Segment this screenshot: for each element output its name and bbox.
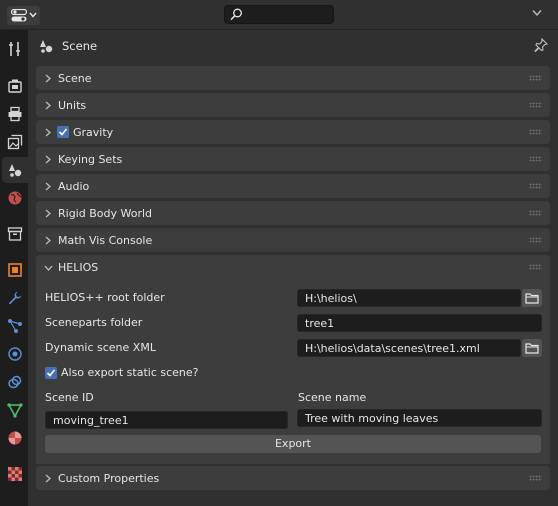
drag-grip-icon[interactable] [529, 237, 542, 243]
object-square-icon [8, 263, 22, 277]
mesh-data-icon [7, 403, 23, 418]
scene-id-label: Scene ID [45, 391, 94, 404]
constraint-icon [8, 375, 22, 389]
export-static-label: Also export static scene? [61, 366, 199, 379]
chevron-right-icon [45, 128, 51, 137]
sceneparts-field[interactable]: tree1 [297, 314, 542, 332]
scene-icon [40, 40, 53, 53]
export-static-checkbox[interactable] [45, 367, 57, 379]
scene-xml-label: Dynamic scene XML [45, 341, 156, 354]
gravity-checkbox[interactable] [57, 126, 69, 138]
drag-grip-icon[interactable] [529, 264, 542, 270]
drag-grip-icon[interactable] [529, 475, 542, 481]
chevron-right-icon [45, 182, 51, 191]
drag-grip-icon[interactable] [529, 210, 542, 216]
panel-label: Audio [58, 180, 90, 193]
helios-panel-footer [36, 458, 550, 464]
world-icon [8, 191, 22, 205]
physics-tab[interactable] [2, 341, 28, 367]
drag-grip-icon[interactable] [529, 102, 542, 108]
output-tab[interactable] [2, 101, 28, 127]
scene-xml-browse-button[interactable] [522, 339, 542, 357]
panel-label: Units [58, 99, 87, 112]
panel-label: Math Vis Console [58, 234, 153, 247]
constraints-tab[interactable] [2, 369, 28, 395]
collection-box-icon [7, 227, 23, 241]
root-folder-field[interactable]: H:\helios\ [297, 289, 521, 307]
chevron-right-icon [45, 474, 51, 483]
data-tab[interactable] [2, 397, 28, 423]
view-layer-tab[interactable] [2, 129, 28, 155]
chevron-right-icon [45, 236, 51, 245]
material-sphere-icon [8, 431, 22, 445]
drag-grip-icon[interactable] [529, 156, 542, 162]
panel-rigid-body-world[interactable]: Rigid Body World [36, 201, 550, 225]
world-tab[interactable] [2, 185, 28, 211]
collection-tab[interactable] [2, 221, 28, 247]
properties-editor-icon [11, 9, 27, 22]
scene-xml-field[interactable]: H:\helios\data\scenes\tree1.xml [297, 339, 521, 357]
camera-back-icon [8, 79, 22, 93]
scene-name-label: Scene name [298, 391, 367, 404]
context-title: Scene [62, 39, 98, 53]
material-tab[interactable] [2, 425, 28, 451]
pin-icon[interactable] [534, 38, 548, 52]
root-folder-browse-button[interactable] [522, 289, 542, 307]
object-tab[interactable] [2, 257, 28, 283]
chevron-right-icon [45, 209, 51, 218]
sceneparts-label: Sceneparts folder [45, 316, 143, 329]
checkmark-icon [46, 369, 56, 377]
panel-audio[interactable]: Audio [36, 174, 550, 198]
image-stack-icon [7, 134, 23, 150]
checkmark-icon [58, 128, 68, 136]
scene-properties-panel: Scene Scene Units Gravity Keying Sets Au… [28, 30, 558, 506]
folder-icon [525, 293, 539, 304]
drag-grip-icon[interactable] [529, 129, 542, 135]
properties-tabs [0, 30, 28, 506]
header-menu-chevron-icon[interactable] [532, 9, 542, 17]
checker-texture-icon [8, 467, 22, 481]
chevron-right-icon [45, 74, 51, 83]
tool-tab[interactable] [2, 36, 28, 62]
panel-custom-properties[interactable]: Custom Properties [36, 466, 550, 490]
context-path: Scene [28, 30, 558, 62]
particles-tab[interactable] [2, 313, 28, 339]
chevron-right-icon [45, 101, 51, 110]
scene-tab[interactable] [2, 157, 28, 183]
folder-icon [525, 343, 539, 354]
panel-gravity[interactable]: Gravity [36, 120, 550, 144]
physics-orbit-icon [8, 347, 22, 361]
search-icon [230, 8, 242, 21]
particles-icon [8, 319, 22, 333]
properties-header [0, 0, 558, 30]
texture-tab[interactable] [2, 461, 28, 487]
chevron-right-icon [45, 155, 51, 164]
panel-scene[interactable]: Scene [36, 66, 550, 90]
render-tab[interactable] [2, 73, 28, 99]
panel-label: Keying Sets [58, 153, 123, 166]
drag-grip-icon[interactable] [529, 75, 542, 81]
panel-units[interactable]: Units [36, 93, 550, 117]
editor-type-button[interactable] [7, 6, 40, 25]
scene-icon [9, 164, 22, 177]
printer-icon [8, 106, 22, 122]
modifiers-tab[interactable] [2, 285, 28, 311]
panel-label: HELIOS [58, 261, 99, 274]
wrench-icon [8, 291, 22, 305]
panel-label: Rigid Body World [58, 207, 153, 220]
scene-name-field[interactable]: Tree with moving leaves [297, 409, 542, 427]
panel-label: Scene [58, 72, 92, 85]
chevron-down-icon [29, 12, 37, 18]
chevron-down-icon [44, 265, 53, 271]
panel-math-vis-console[interactable]: Math Vis Console [36, 228, 550, 252]
tool-icon [9, 42, 20, 56]
scene-id-field[interactable]: moving_tree1 [45, 411, 288, 429]
panel-keying-sets[interactable]: Keying Sets [36, 147, 550, 171]
export-button[interactable]: Export [45, 435, 541, 453]
panel-label: Custom Properties [58, 472, 160, 485]
panel-helios[interactable]: HELIOS [36, 255, 550, 279]
panel-label: Gravity [73, 126, 114, 139]
root-folder-label: HELIOS++ root folder [45, 291, 165, 304]
drag-grip-icon[interactable] [529, 183, 542, 189]
